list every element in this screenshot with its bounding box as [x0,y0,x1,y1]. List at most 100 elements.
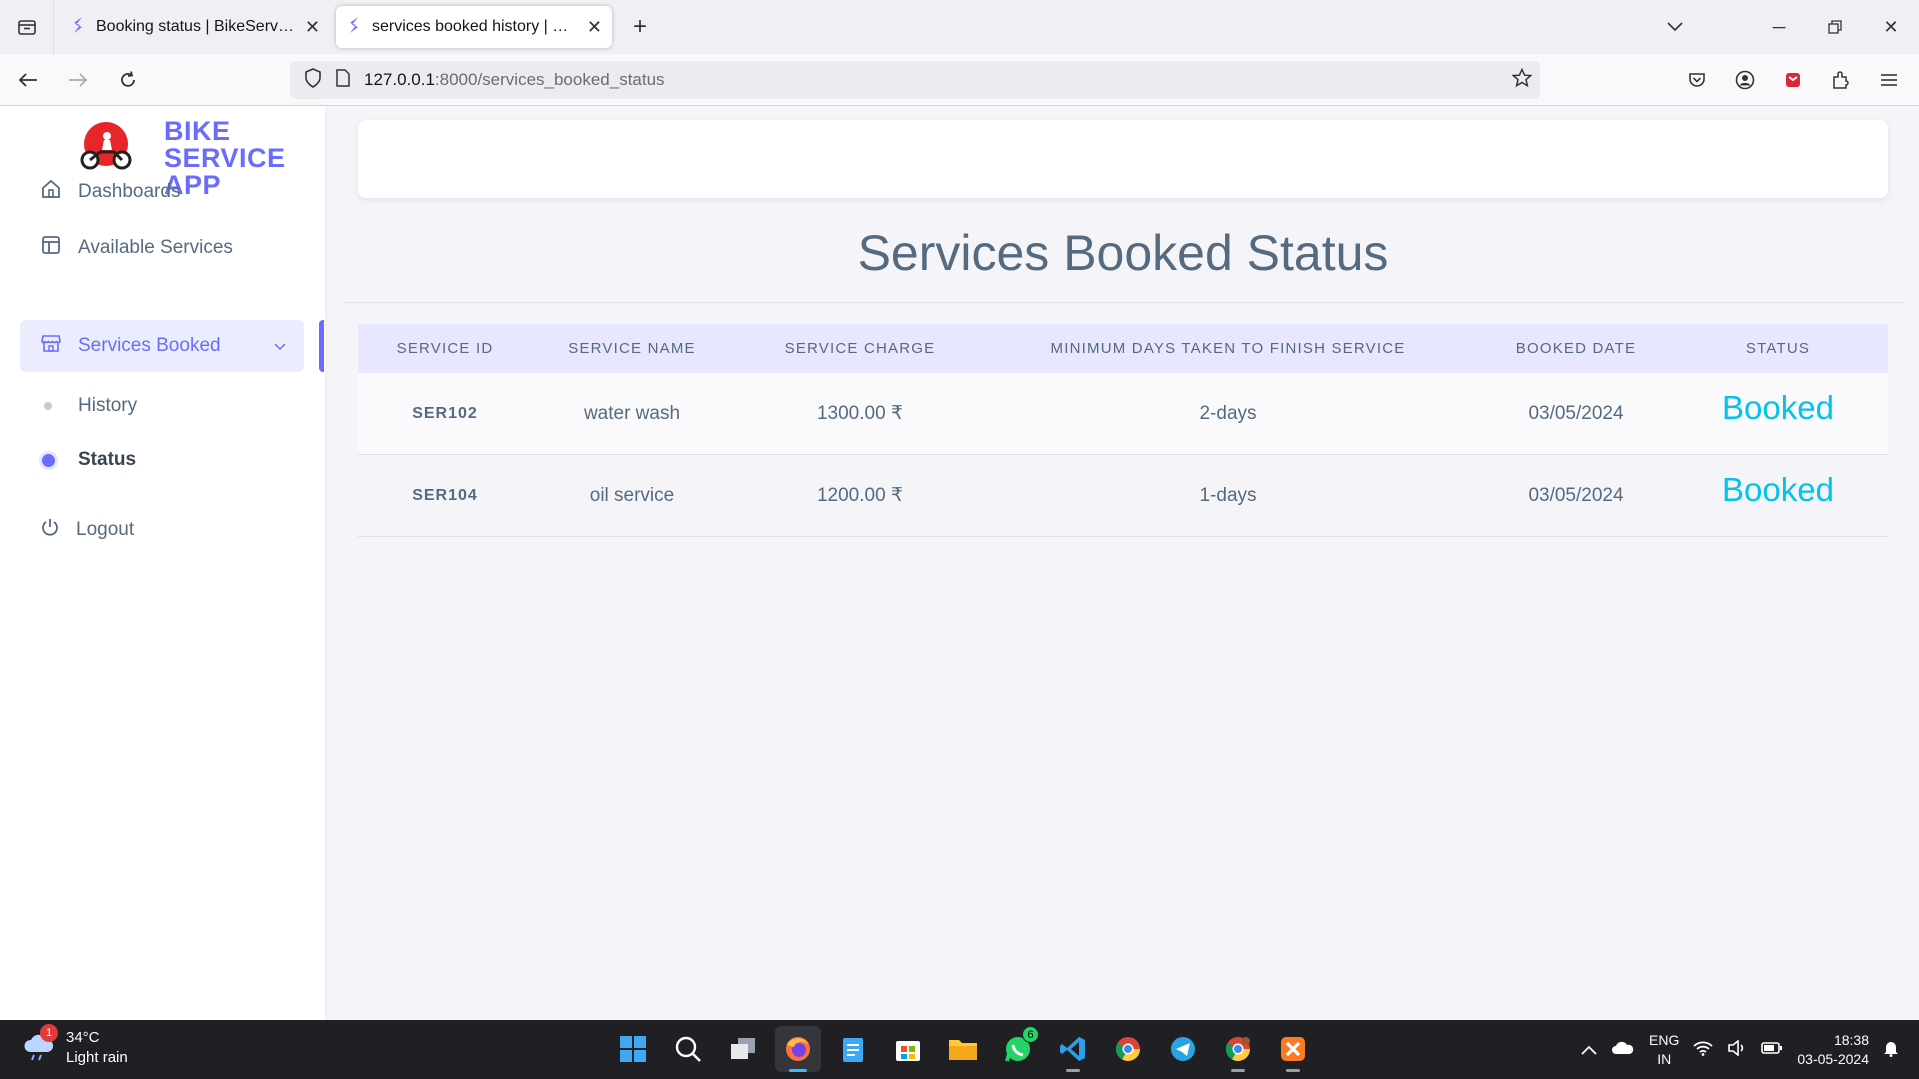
new-tab-button[interactable]: + [620,7,660,47]
restore-icon[interactable] [1807,20,1863,34]
extension-shield-icon[interactable] [1771,60,1815,100]
store-icon [40,332,62,360]
onedrive-cloud-icon[interactable] [1611,1040,1635,1059]
divider [343,302,1903,303]
minimize-icon[interactable]: ─ [1751,17,1807,38]
browser-tab-services-history[interactable]: services booked history | BikeServiceApp… [336,6,612,48]
layout-icon [40,234,62,262]
sidebar-subitem-history[interactable]: History [44,395,137,417]
whatsapp-badge: 6 [1022,1026,1039,1043]
table-row: SER104 oil service 1200.00 ₹ 1-days 03/0… [358,455,1888,537]
table-row: SER102 water wash 1300.00 ₹ 2-days 03/05… [358,373,1888,455]
system-tray: ENG IN 18:38 03-05-2024 [1581,1020,1899,1079]
page-info-icon[interactable] [336,68,350,92]
address-bar[interactable]: 127.0.0.1:8000/services_booked_status [290,61,1540,99]
brand-line-1: BIKE [164,116,231,146]
url-host: 127.0.0.1 [364,70,435,89]
sidebar-item-label: Dashboards [78,181,181,202]
sidebar-item-logout[interactable]: Logout [20,504,304,556]
os-taskbar: 1 34°C Light rain 6 ENG IN 18:38 03-05-2… [0,1020,1919,1079]
sidebar-item-services-booked[interactable]: Services Booked [20,320,304,372]
shield-icon[interactable] [304,67,322,93]
chevron-up-icon[interactable] [1581,1042,1597,1058]
extensions-puzzle-icon[interactable] [1819,60,1863,100]
windows-start-icon[interactable] [610,1026,656,1072]
chrome-profile-icon[interactable] [1215,1026,1261,1072]
whatsapp-icon[interactable]: 6 [995,1026,1041,1072]
vscode-icon[interactable] [1050,1026,1096,1072]
tab-overflow-chevron-icon[interactable] [1647,22,1703,32]
weather-desc: Light rain [66,1049,128,1066]
sidebar-subitem-status[interactable]: Status [42,449,137,471]
cell-minimum-days: 1-days [1199,484,1257,506]
sidebar-item-label: Available Services [78,237,233,258]
firefox-icon[interactable] [775,1026,821,1072]
wifi-icon[interactable] [1693,1040,1713,1059]
status-badge: Booked [1722,388,1834,426]
close-window-icon[interactable]: ✕ [1863,17,1919,38]
home-icon [40,178,62,206]
app-favicon-icon [346,15,362,40]
xampp-icon[interactable] [1270,1026,1316,1072]
notepad-icon[interactable] [830,1026,876,1072]
forward-icon[interactable] [56,58,100,102]
weather-temp: 34°C [66,1029,100,1046]
cell-service-name: water wash [583,402,681,424]
browser-navbar: 127.0.0.1:8000/services_booked_status [0,54,1919,106]
language-indicator[interactable]: ENG IN [1649,1031,1679,1069]
file-explorer-icon[interactable] [940,1026,986,1072]
status-badge: Booked [1722,470,1834,508]
notification-bell-icon[interactable] [1883,1039,1899,1060]
cell-service-id: SER104 [412,486,478,504]
microsoft-store-icon[interactable] [885,1026,931,1072]
bullet-icon [44,402,52,410]
column-header-minimum-days: MINIMUM DAYS TAKEN TO FINISH SERVICE [1050,340,1406,357]
services-table: SERVICE ID SERVICE NAME SERVICE CHARGE M… [358,324,1888,537]
browser-tab-strip: Booking status | BikeServiceApp ✕ servic… [0,0,1919,54]
close-tab-icon[interactable]: ✕ [587,17,602,38]
sidebar-item-available-services[interactable]: Available Services [20,222,304,274]
volume-icon[interactable] [1727,1039,1747,1059]
browser-tab-booking-status[interactable]: Booking status | BikeServiceApp ✕ [60,6,330,48]
cell-service-id: SER102 [412,404,478,422]
cell-service-charge: 1300.00 ₹ [816,403,904,424]
url-path: :8000/services_booked_status [434,70,665,89]
sidebar-item-label: Services Booked [78,335,221,356]
sidebar-item-label: History [78,395,138,416]
chevron-down-icon [274,335,286,357]
active-bullet-icon [42,453,55,467]
column-header-service-id: SERVICE ID [396,340,494,357]
battery-icon[interactable] [1761,1041,1783,1058]
task-view-icon[interactable] [720,1026,766,1072]
tab-list-icon[interactable] [0,0,54,54]
close-tab-icon[interactable]: ✕ [305,17,320,38]
cell-service-name: oil service [589,484,675,506]
app-favicon-icon [70,15,86,40]
cell-booked-date: 03/05/2024 [1528,402,1624,424]
back-icon[interactable] [6,58,50,102]
pocket-icon[interactable] [1675,60,1719,100]
search-icon[interactable] [665,1026,711,1072]
weather-badge: 1 [40,1024,58,1042]
sidebar: BIKE SERVICE APP Dashboards Available Se… [0,106,325,1020]
telegram-icon[interactable] [1160,1026,1206,1072]
sidebar-item-label: Logout [76,519,135,540]
sidebar-item-label: Status [78,449,137,470]
cell-minimum-days: 2-days [1199,402,1257,424]
weather-widget[interactable]: 1 34°C Light rain [22,1024,128,1068]
column-header-booked-date: BOOKED DATE [1515,340,1637,357]
clock-time: 18:38 [1833,1031,1869,1048]
clock[interactable]: 18:38 03-05-2024 [1797,1031,1869,1069]
cloud-rain-icon: 1 [22,1024,58,1062]
bookmark-star-icon[interactable] [1511,67,1533,93]
reload-icon[interactable] [106,58,150,102]
page-title: Services Booked Status [857,225,1389,281]
column-header-service-name: SERVICE NAME [568,340,696,357]
lang-line-2: IN [1657,1050,1672,1067]
account-icon[interactable] [1723,60,1767,100]
chrome-icon[interactable] [1105,1026,1151,1072]
clock-date: 03-05-2024 [1797,1050,1869,1067]
hamburger-menu-icon[interactable] [1867,60,1911,100]
active-menu-indicator [319,320,324,372]
sidebar-item-dashboards[interactable]: Dashboards [20,166,304,218]
